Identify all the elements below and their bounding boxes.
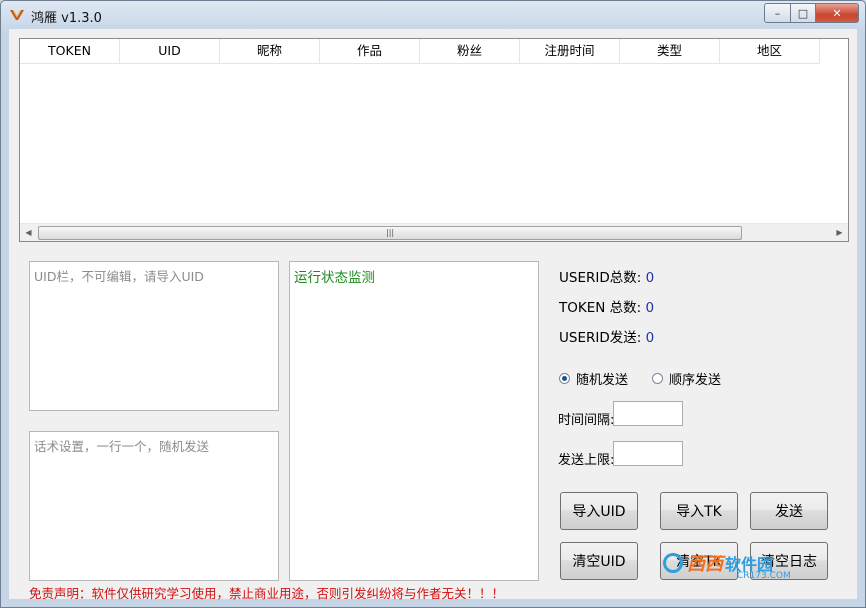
account-table[interactable]: TOKEN UID 昵称 作品 粉丝 注册时间 类型 地区 ◀ ||| ▶ bbox=[19, 38, 849, 242]
column-header-nickname[interactable]: 昵称 bbox=[220, 39, 320, 63]
token-total-label: TOKEN 总数: bbox=[559, 300, 642, 316]
close-button[interactable]: ✕ bbox=[816, 3, 859, 23]
column-header-uid[interactable]: UID bbox=[120, 39, 220, 63]
horizontal-scrollbar[interactable]: ◀ ||| ▶ bbox=[20, 223, 848, 241]
userid-sent-value: 0 bbox=[645, 330, 655, 346]
column-header-register-time[interactable]: 注册时间 bbox=[520, 39, 620, 63]
uid-textarea[interactable]: UID栏，不可编辑，请导入UID bbox=[29, 261, 279, 411]
scroll-left-arrow-icon[interactable]: ◀ bbox=[20, 224, 37, 241]
userid-total-label: USERID总数: bbox=[559, 270, 642, 286]
script-placeholder: 话术设置，一行一个，随机发送 bbox=[34, 439, 210, 454]
disclaimer-text: 免责声明：软件仅供研究学习使用，禁止商业用途，否则引发纠纷将与作者无关！！！ bbox=[29, 586, 505, 601]
title-bar[interactable]: 鸿雁 v1.3.0 – □ ✕ bbox=[1, 1, 865, 29]
interval-label: 时间间隔: bbox=[558, 413, 615, 428]
send-button[interactable]: 发送 bbox=[750, 492, 828, 530]
sequential-send-radio[interactable] bbox=[652, 373, 664, 384]
random-send-radio[interactable] bbox=[559, 373, 570, 384]
scroll-grip-icon: ||| bbox=[386, 228, 395, 237]
userid-sent-stat: USERID发送: 0 bbox=[559, 326, 654, 346]
userid-total-value: 0 bbox=[645, 270, 655, 286]
app-window: 鸿雁 v1.3.0 – □ ✕ TOKEN UID 昵称 作品 粉丝 注册时间 … bbox=[0, 0, 866, 608]
client-area: TOKEN UID 昵称 作品 粉丝 注册时间 类型 地区 ◀ ||| ▶ UI… bbox=[9, 29, 857, 601]
column-header-type[interactable]: 类型 bbox=[620, 39, 720, 63]
import-tk-button[interactable]: 导入TK bbox=[660, 492, 738, 530]
column-header-works[interactable]: 作品 bbox=[320, 39, 420, 63]
clear-uid-button[interactable]: 清空UID bbox=[560, 542, 638, 580]
app-logo-icon bbox=[10, 9, 24, 20]
send-mode-group: 随机发送 顺序发送 bbox=[559, 369, 721, 388]
interval-input[interactable] bbox=[613, 401, 683, 426]
column-header-fans[interactable]: 粉丝 bbox=[420, 39, 520, 63]
radio-selected-dot-icon bbox=[562, 376, 567, 381]
sequential-send-label[interactable]: 顺序发送 bbox=[669, 369, 721, 388]
maximize-button[interactable]: □ bbox=[791, 3, 816, 23]
column-header-token[interactable]: TOKEN bbox=[20, 39, 120, 63]
window-controls: – □ ✕ bbox=[764, 3, 859, 23]
watermark-text-primary: 西西 bbox=[687, 554, 723, 575]
status-monitor-log[interactable]: 运行状态监测 bbox=[289, 261, 539, 581]
import-uid-button[interactable]: 导入UID bbox=[560, 492, 638, 530]
table-header: TOKEN UID 昵称 作品 粉丝 注册时间 类型 地区 bbox=[20, 39, 820, 64]
column-header-region[interactable]: 地区 bbox=[720, 39, 820, 63]
watermark-url: CR173.COM bbox=[737, 571, 791, 581]
userid-total-stat: USERID总数: 0 bbox=[559, 266, 654, 286]
script-textarea[interactable]: 话术设置，一行一个，随机发送 bbox=[29, 431, 279, 581]
userid-sent-label: USERID发送: bbox=[559, 330, 642, 346]
watermark-circle-icon bbox=[663, 553, 683, 573]
token-total-value: 0 bbox=[645, 300, 655, 316]
scroll-right-arrow-icon[interactable]: ▶ bbox=[831, 224, 848, 241]
limit-label: 发送上限: bbox=[558, 453, 615, 468]
minimize-button[interactable]: – bbox=[764, 3, 791, 23]
random-send-label[interactable]: 随机发送 bbox=[576, 369, 628, 388]
uid-placeholder: UID栏，不可编辑，请导入UID bbox=[34, 269, 204, 284]
monitor-title: 运行状态监测 bbox=[294, 270, 375, 286]
limit-input[interactable] bbox=[613, 441, 683, 466]
scrollbar-thumb[interactable]: ||| bbox=[38, 226, 742, 240]
window-title: 鸿雁 v1.3.0 bbox=[31, 11, 102, 26]
token-total-stat: TOKEN 总数: 0 bbox=[559, 296, 654, 316]
